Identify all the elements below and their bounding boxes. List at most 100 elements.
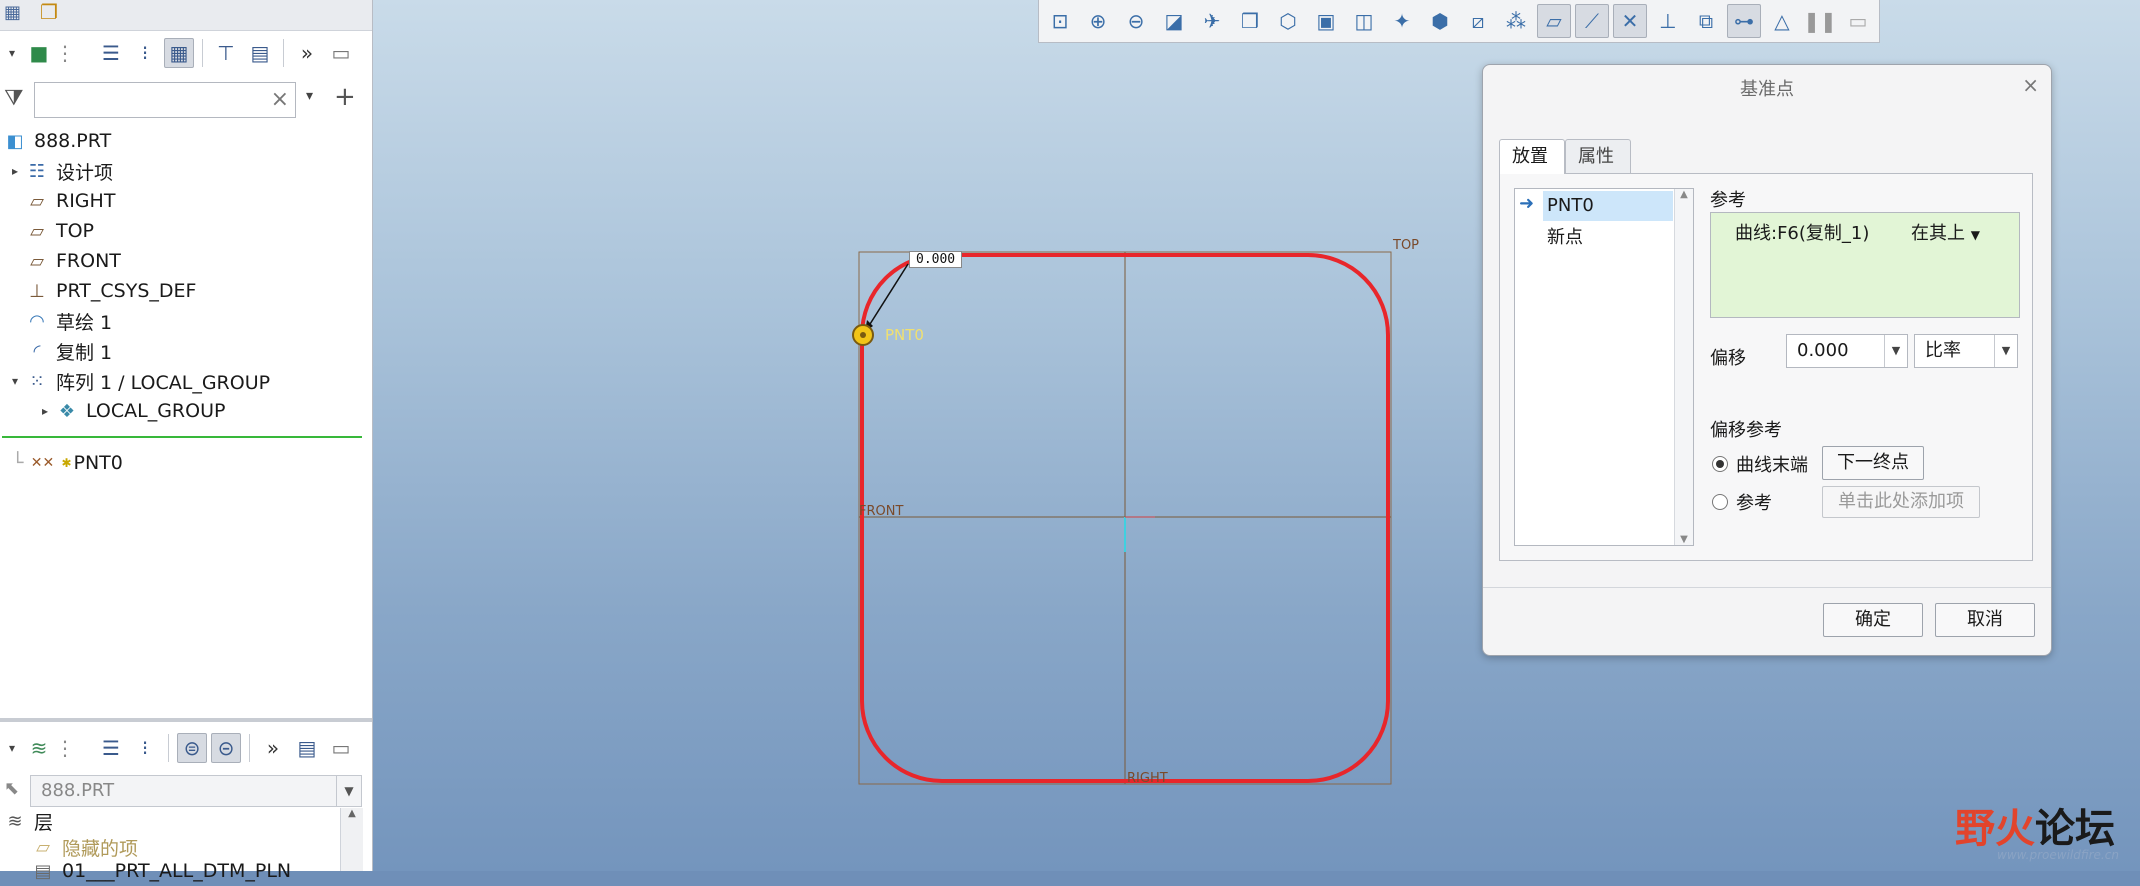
spin-center-icon[interactable]: ✦ [1385,4,1419,38]
tree-row-7[interactable]: ◜ 复制 1 [8,336,113,366]
insert-here-indicator[interactable] [2,436,362,438]
clear-search-icon[interactable]: × [271,87,289,112]
offset-type-select[interactable]: 比率 ▼ [1914,334,2018,368]
tree-collapse-icon[interactable]: ▾ [4,38,20,68]
perspective-icon[interactable]: ◫ [1347,4,1381,38]
tree-row-5[interactable]: ⊥ PRT_CSYS_DEF [8,276,196,306]
layers-icon[interactable]: ≋ [24,733,54,763]
repaint-icon[interactable]: ◪ [1157,4,1191,38]
select-filter-icon[interactable]: ⧉ [1689,4,1723,38]
filter-icon[interactable]: ⧩ [4,86,24,111]
more-tools-icon[interactable]: » [258,733,288,763]
refit-icon[interactable]: ⊡ [1043,4,1077,38]
panel-splitter[interactable] [0,718,372,722]
more-options-icon[interactable]: ⋮ [55,38,75,68]
arrow-right-icon: ➜ [1519,193,1535,214]
point-list-item-pnt0[interactable]: PNT0 [1543,191,1673,221]
expand-all-icon[interactable]: ☰ [96,38,126,68]
layer-hide-icon[interactable]: ⊝ [211,733,241,763]
zoom-in-icon[interactable]: ⊕ [1081,4,1115,38]
tree-row-8[interactable]: ▾ ⁙ 阵列 1 / LOCAL_GROUP [8,366,270,396]
tree-row-3[interactable]: ▱ TOP [8,216,94,246]
layer-collapse-all-icon[interactable]: ⁝ [130,733,160,763]
collapse-all-icon[interactable]: ⁝ [130,38,160,68]
tab-properties[interactable]: 属性 [1565,139,1631,173]
layer-expand-all-icon[interactable]: ☰ [96,733,126,763]
expand-arrow-icon[interactable]: ▸ [38,404,52,418]
chevron-down-icon[interactable]: ▼ [1884,335,1907,367]
folder-browser-tab-icon[interactable]: ❐ [40,0,58,24]
datum-plane-icon: ▱ [30,250,44,272]
layer-properties-icon[interactable]: ▤ [292,733,322,763]
add-reference-item-button[interactable]: 单击此处添加项 [1822,486,1980,518]
layer-model-select[interactable]: 888.PRT ▼ [30,775,362,807]
offset-value-input[interactable]: 0.000 ▼ [1786,334,1908,368]
tree-row-0[interactable]: ◧ 888.PRT [2,126,111,156]
axis-display-icon[interactable]: ⟋ [1575,4,1609,38]
layer-collapse-icon[interactable]: ▾ [4,733,20,763]
offset-dimension-label[interactable]: 0.000 [909,251,963,268]
view-manager-icon[interactable]: ⬡ [1271,4,1305,38]
tree-row-label: RIGHT [56,190,116,212]
layer-show-icon[interactable]: ⊜ [177,733,207,763]
tree-row-2[interactable]: ▱ RIGHT [8,186,115,216]
radio-reference[interactable] [1712,494,1728,510]
point-list-scrollbar[interactable]: ▲ ▼ [1674,189,1693,545]
expand-arrow-open-icon[interactable]: ▾ [8,374,22,388]
tree-row-pnt0[interactable]: └ ✕✕ ✱ PNT0 [12,448,123,478]
tree-row-4[interactable]: ▱ FRONT [8,246,121,276]
zoom-out-icon[interactable]: ⊖ [1119,4,1153,38]
tree-row-1[interactable]: ▸ ☷ 设计项 [8,156,113,186]
show-notes-icon[interactable]: ▭ [326,38,356,68]
watermark-text-red: 野火 [1955,806,2035,852]
tree-columns-icon[interactable]: ▦ [164,38,194,68]
reference-constraint-select[interactable]: 在其上 ▼ [1911,219,1980,245]
next-end-button[interactable]: 下一终点 [1822,446,1924,480]
tree-row-label: TOP [56,220,95,242]
tree-row-label: 草绘 1 [56,311,113,334]
point-list-item-new[interactable]: 新点 [1547,223,1583,253]
pause-icon[interactable]: ❚❚ [1803,4,1837,38]
tree-row-6[interactable]: ◠ 草绘 1 [8,306,112,336]
radio-curve-end[interactable] [1712,456,1728,472]
section-icon[interactable]: ⬢ [1423,4,1457,38]
display-style-icon[interactable]: ❒ [1233,4,1267,38]
layer-row-label: 01___PRT_ALL_DTM_PLN [62,860,292,882]
chevron-down-icon[interactable]: ▼ [336,776,361,806]
tree-row-9[interactable]: ▸ ❖ LOCAL_GROUP [38,396,225,426]
chevron-down-icon[interactable]: ▼ [1994,335,2017,367]
close-icon[interactable]: × [2022,73,2039,97]
saved-orientations-icon[interactable]: ✈ [1195,4,1229,38]
point-tag-icon[interactable]: ⁂ [1499,4,1533,38]
saved-views-icon[interactable]: ▣ [1309,4,1343,38]
warning-icon[interactable]: △ [1765,4,1799,38]
more-tools-icon[interactable]: » [292,38,322,68]
tree-row-label: 阵列 1 / LOCAL_GROUP [56,371,271,394]
model-tree-tab-icon[interactable]: ▦ [4,2,21,23]
add-filter-icon[interactable]: + [334,82,356,112]
annotation-display-icon[interactable]: ⧄ [1461,4,1495,38]
reference-collector[interactable]: 曲线:F6(复制_1) 在其上 ▼ [1710,212,2020,318]
model-display-icon[interactable]: ■ [24,38,54,68]
chevron-down-icon: ▼ [1970,228,1980,242]
layer-notes-icon[interactable]: ▭ [326,733,356,763]
point-display-icon[interactable]: ✕ [1613,4,1647,38]
layer-row[interactable]: ▤ 01___PRT_ALL_DTM_PLN [30,856,291,886]
csys-display-icon[interactable]: ⊥ [1651,4,1685,38]
ok-button[interactable]: 确定 [1823,603,1923,637]
dismiss-icon[interactable]: ▭ [1841,4,1875,38]
plane-display-icon[interactable]: ▱ [1537,4,1571,38]
layer-scrollbar[interactable]: ▲ [340,808,363,871]
tab-placement[interactable]: 放置 [1499,139,1565,174]
panel-tab-strip: ▦ ❐ [0,0,372,31]
tree-filter-icon[interactable]: ⊤ [211,38,241,68]
sketch-display-icon[interactable]: ⊶ [1727,4,1761,38]
tree-settings-icon[interactable]: ▤ [245,38,275,68]
more-options-icon[interactable]: ⋮ [55,733,75,763]
search-dropdown-icon[interactable]: ▾ [306,88,313,104]
tree-search-input[interactable]: × [34,82,296,118]
select-model-icon[interactable]: ⬉ [4,778,19,799]
cancel-button[interactable]: 取消 [1935,603,2035,637]
tree-row-label: PNT0 [73,452,123,474]
expand-arrow-icon[interactable]: ▸ [8,164,22,178]
